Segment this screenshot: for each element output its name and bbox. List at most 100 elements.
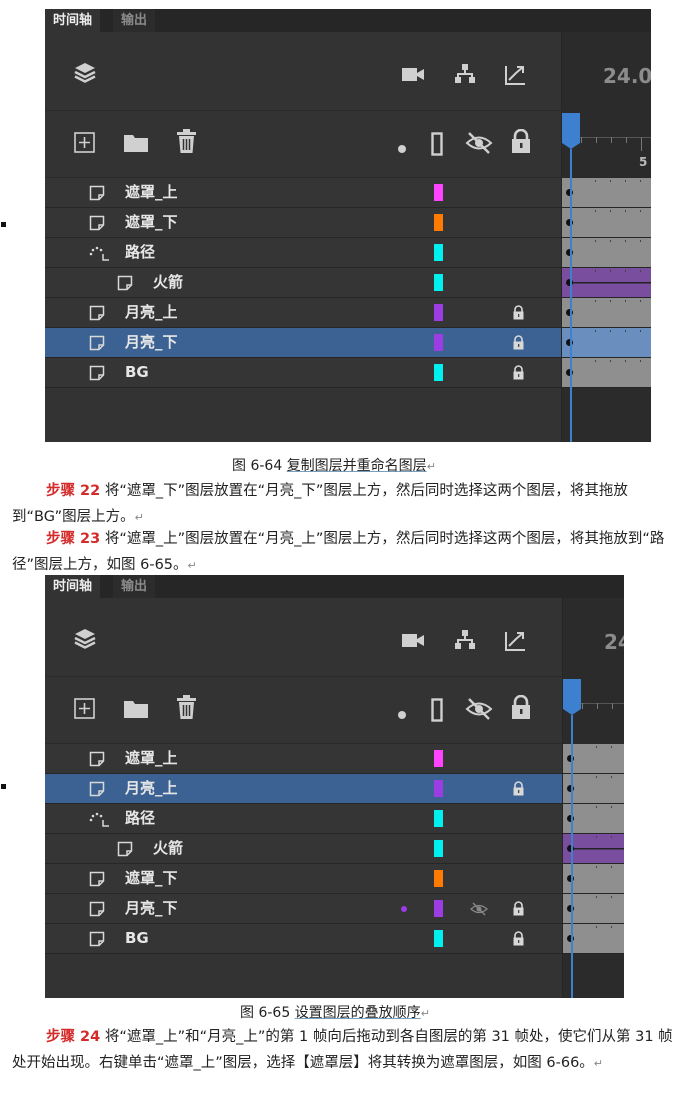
new-layer-button[interactable] [73,131,97,159]
layer-color-swatch[interactable] [434,214,443,231]
layer-row[interactable]: 路径 [45,804,562,834]
frame-ticks [595,240,641,242]
layer-icon [89,215,105,231]
layer-name[interactable]: 遮罩_上 [125,744,178,773]
layer-name[interactable]: 月亮_下 [125,328,178,357]
layer-color-swatch[interactable] [434,334,443,351]
layer-lock-icon[interactable] [512,365,525,384]
layer-hide-toggle[interactable] [470,901,488,920]
layer-row[interactable]: 月亮_上 [45,298,561,328]
layer-frames[interactable] [561,208,651,238]
graph-button[interactable] [503,629,529,659]
lock-all-button[interactable] [510,128,532,159]
layer-lock-icon[interactable] [512,901,525,920]
layer-name[interactable]: 遮罩_下 [125,864,178,893]
lock-icon [512,128,530,153]
camera-button[interactable] [401,63,427,93]
new-folder-button[interactable] [123,697,149,725]
new-layer-button[interactable] [73,697,97,725]
new-folder-button[interactable] [123,131,149,159]
layer-row[interactable]: 路径 [45,238,561,268]
layer-name[interactable]: 月亮_下 [125,894,178,923]
frame-rate-display[interactable]: 24 [604,630,624,654]
layer-row[interactable]: 火箭 [45,834,562,864]
layer-type [117,841,134,862]
layer-row[interactable]: 遮罩_上 [45,744,562,774]
delete-layer-button[interactable] [175,129,199,159]
layer-color-swatch[interactable] [434,780,443,797]
layer-name[interactable]: 月亮_上 [125,774,178,803]
layer-row[interactable]: 遮罩_上 [45,178,561,208]
layer-color-swatch[interactable] [434,870,443,887]
layer-frames[interactable] [561,268,651,298]
layer-lock-icon[interactable] [512,335,525,354]
hierarchy-button[interactable] [453,628,479,658]
panel-divider[interactable] [561,32,562,442]
camera-button[interactable] [401,629,427,659]
layers-button[interactable] [73,627,99,657]
tab-output[interactable]: 输出 [113,9,156,32]
panel-divider[interactable] [562,598,563,998]
layer-name[interactable]: 路径 [125,804,155,833]
layer-color-swatch[interactable] [434,810,443,827]
layer-color-swatch[interactable] [434,840,443,857]
layer-lock-icon[interactable] [512,781,525,800]
layer-row[interactable]: 遮罩_下 [45,864,562,894]
lock-all-button[interactable] [510,694,532,725]
layer-name[interactable]: 路径 [125,238,155,267]
show-all-button[interactable] [397,705,407,724]
show-all-button[interactable] [397,139,407,158]
outline-all-button[interactable] [431,132,443,160]
frame-rate-display[interactable]: 24.0 [603,64,651,88]
panel-tabs: 时间轴 输出 [45,9,651,32]
layer-name[interactable]: 火箭 [153,268,183,297]
layer-color-swatch[interactable] [434,900,443,917]
layer-color-swatch[interactable] [434,274,443,291]
layer-row[interactable]: 月亮_下 [45,894,562,924]
outline-all-button[interactable] [431,698,443,726]
graph-button[interactable] [503,63,529,93]
layer-color-swatch[interactable] [434,364,443,381]
hide-icon [465,698,493,720]
hide-all-button[interactable] [465,131,493,159]
layer-lock-icon[interactable] [512,931,525,950]
layer-row[interactable]: 月亮_下 [45,328,561,358]
layer-color-swatch[interactable] [434,930,443,947]
layer-frames[interactable] [561,328,651,358]
layer-row[interactable]: BG [45,358,561,388]
layer-color-swatch[interactable] [434,750,443,767]
outline-icon [431,698,443,722]
layer-name[interactable]: 遮罩_上 [125,178,178,207]
layer-row[interactable]: 月亮_上 [45,774,562,804]
delete-layer-button[interactable] [175,695,199,725]
folder-icon [124,701,148,718]
layer-frames[interactable] [561,238,651,268]
layer-frames[interactable] [561,298,651,328]
layer-row[interactable]: 遮罩_下 [45,208,561,238]
layer-color-swatch[interactable] [434,244,443,261]
layer-row[interactable]: 火箭 [45,268,561,298]
tab-timeline[interactable]: 时间轴 [45,9,101,32]
layer-name[interactable]: 月亮_上 [125,298,178,327]
layer-name[interactable]: BG [125,924,149,953]
layer-row[interactable]: BG [45,924,562,954]
layer-name[interactable]: 火箭 [153,834,183,863]
layer-icon [89,335,105,351]
layer-color-swatch[interactable] [434,304,443,321]
layer-frames[interactable] [561,358,651,388]
hierarchy-button[interactable] [453,62,479,92]
layer-color-swatch[interactable] [434,184,443,201]
layer-name[interactable]: 遮罩_下 [125,208,178,237]
layer-frames[interactable] [561,178,651,208]
dot-icon [398,711,406,719]
hidden-dot-indicator[interactable] [401,906,407,912]
layers-button[interactable] [73,61,99,91]
caption-number: 图 6-65 [240,1005,295,1021]
frame-ticks [573,270,651,284]
layer-lock-icon[interactable] [512,305,525,324]
return-mark: ↵ [134,511,144,524]
playhead-handle[interactable] [563,679,581,719]
playhead-handle[interactable] [562,113,580,153]
layer-name[interactable]: BG [125,358,149,387]
hide-all-button[interactable] [465,697,493,725]
